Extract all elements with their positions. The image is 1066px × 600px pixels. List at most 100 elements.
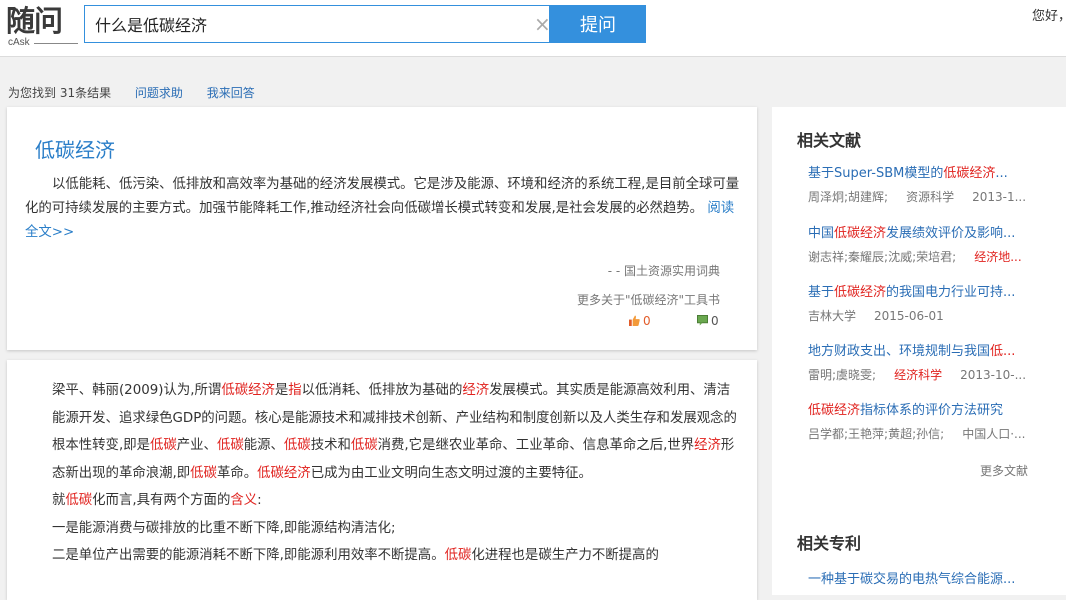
ask-button[interactable]: 提问 — [550, 5, 646, 43]
doc-title[interactable]: 中国低碳经济发展绩效评价及影响... — [808, 225, 1040, 243]
search-box: × — [84, 5, 551, 43]
doc-meta: 吕学都;王艳萍;黄超;孙信; 中国人口·... — [808, 426, 1058, 442]
header: 随问 cAsk × 提问 您好， — [0, 0, 1066, 57]
title-run: 发展绩效评价及影响... — [886, 226, 1016, 241]
text-run: 化进程也是碳生产力不断提高的 — [471, 548, 659, 563]
logo-text: 随问 — [6, 4, 63, 38]
meta-run: 2015-06-01 — [874, 309, 944, 323]
logo-subtext: cAsk — [8, 37, 30, 48]
highlight-text: 低碳 — [283, 438, 311, 453]
upvote-button[interactable]: 0 — [629, 314, 651, 328]
doc-meta: 周泽炯;胡建辉; 资源科学 2013-1... — [808, 189, 1058, 205]
text-run: 就 — [52, 493, 66, 508]
clear-icon[interactable]: × — [534, 14, 551, 34]
answer-link[interactable]: 我来回答 — [207, 86, 255, 100]
highlight-text: 含义 — [230, 493, 258, 508]
highlight-text: 经济地... — [974, 250, 1022, 264]
meta-run: 资源科学 — [906, 190, 955, 204]
source-text: - - 国土资源实用词典 — [607, 264, 720, 278]
definition-body: 以低能耗、低污染、低排放和高效率为基础的经济发展模式。它是涉及能源、环境和经济的… — [25, 177, 740, 216]
card-title[interactable]: 低碳经济 — [35, 134, 115, 163]
highlight-text: 低碳 — [444, 548, 472, 563]
highlight-text: 低碳 — [65, 493, 93, 508]
text-run: 已成为由工业文明向生态文明过渡的主要特征。 — [310, 465, 592, 481]
doc-item[interactable]: 地方财政支出、环境规制与我国低... 雷明;虞晓雯; 经济科学 2013-10-... — [808, 343, 1058, 383]
highlight-text: 经济 — [462, 383, 490, 398]
meta-run: 吕学都;王艳萍;黄超;孙信; — [808, 427, 945, 441]
comment-icon — [697, 315, 708, 326]
meta-run: 中国人口·... — [962, 427, 1026, 441]
highlight-text: 低碳经济 — [257, 465, 311, 481]
meta-run: 雷明;虞晓雯; — [808, 368, 877, 382]
doc-meta: 雷明;虞晓雯; 经济科学 2013-10-... — [808, 367, 1058, 383]
meta-run: 周泽炯;胡建辉; — [808, 190, 889, 204]
highlight-text: 低碳经济 — [808, 403, 861, 418]
highlight-text: 低碳 — [216, 438, 244, 453]
title-run: 基于 — [808, 285, 835, 300]
text-run: 是 — [274, 383, 289, 398]
doc-item[interactable]: 低碳经济指标体系的评价方法研究吕学都;王艳萍;黄超;孙信; 中国人口·... — [808, 402, 1058, 442]
results-bar: 为您找到 31条结果 问题求助 我来回答 — [8, 84, 255, 101]
text-run: 消费,它是继农业革命、工业革命、信息革命之后,世界 — [377, 438, 695, 453]
search-input[interactable] — [95, 12, 515, 36]
doc-meta: 吉林大学 2015-06-01 — [808, 308, 1058, 324]
highlight-text: 经济科学 — [894, 368, 943, 382]
text-run: 一是能源消费与碳排放的比重不断下降,即能源结构清洁化; — [52, 520, 396, 536]
highlight-text: 低碳经济 — [221, 383, 275, 398]
highlight-text: 低碳经济 — [834, 285, 887, 300]
title-run: 指标体系的评价方法研究 — [860, 403, 1004, 418]
meta-run: 吉林大学 — [808, 309, 857, 323]
logo-underline — [34, 43, 78, 44]
highlight-text: 指 — [288, 383, 302, 398]
meta-run: 2013-1... — [972, 190, 1027, 204]
greeting-text: 您好， — [1032, 9, 1066, 24]
text-run: 二是单位产出需要的能源消耗不断下降,即能源利用效率不断提高。 — [52, 548, 445, 563]
title-run: 中国 — [808, 226, 835, 241]
doc-title[interactable]: 低碳经济指标体系的评价方法研究 — [808, 402, 1040, 420]
text-run: : — [257, 493, 262, 508]
comment-count: 0 — [711, 314, 719, 328]
doc-meta: 谢志祥;秦耀辰;沈威;荣培君; 经济地... — [808, 249, 1058, 265]
text-run: 产业、 — [176, 438, 217, 453]
result-count: 为您找到 31条结果 — [8, 86, 112, 100]
doc-title[interactable]: 基于Super-SBM模型的低碳经济... — [808, 165, 1040, 183]
highlight-text: 低碳 — [190, 465, 217, 481]
logo[interactable]: 随问 cAsk — [6, 4, 78, 50]
related-patents-title: 相关专利 — [797, 534, 862, 553]
upvote-count: 0 — [643, 314, 651, 328]
meta-run: 谢志祥;秦耀辰;沈威;荣培君; — [808, 250, 957, 264]
highlight-text: 低碳经济 — [834, 226, 887, 241]
patent-title[interactable]: 一种基于碳交易的电热气综合能源... — [808, 571, 1040, 589]
highlight-text: 低碳 — [150, 438, 177, 453]
title-run: 的我国电力行业可持... — [886, 285, 1016, 300]
highlight-text: 低碳 — [350, 438, 378, 453]
more-docs-link[interactable]: 更多文献 — [980, 462, 1028, 479]
comment-button[interactable]: 0 — [697, 314, 719, 328]
help-link[interactable]: 问题求助 — [135, 86, 183, 100]
answer-text: 梁平、韩丽(2009)认为,所谓低碳经济是指以低消耗、低排放为基础的经济发展模式… — [25, 377, 743, 570]
text-run: 技术和 — [310, 438, 351, 453]
answer-paragraph: 梁平、韩丽(2009)认为,所谓低碳经济是指以低消耗、低排放为基础的经济发展模式… — [25, 377, 743, 487]
text-run: 能源、 — [243, 438, 284, 453]
doc-title[interactable]: 地方财政支出、环境规制与我国低... — [808, 343, 1040, 361]
answer-paragraph: 就低碳化而言,具有两个方面的含义: — [25, 487, 743, 515]
sidebar: 相关文献 基于Super-SBM模型的低碳经济... 周泽炯;胡建辉; 资源科学 20… — [772, 107, 1066, 595]
more-reference-link[interactable]: 更多关于"低碳经济"工具书 — [577, 291, 720, 308]
text-run: 化而言,具有两个方面的 — [92, 493, 231, 508]
text-run: 以低消耗、低排放为基础的 — [301, 383, 463, 398]
doc-title[interactable]: 基于低碳经济的我国电力行业可持... — [808, 284, 1040, 302]
highlight-text: 经济 — [694, 438, 721, 453]
text-run: 梁平、韩丽(2009)认为,所谓 — [52, 383, 222, 398]
highlight-text: 低... — [990, 344, 1016, 359]
related-docs-title: 相关文献 — [797, 131, 862, 150]
doc-item[interactable]: 基于低碳经济的我国电力行业可持... 吉林大学 2015-06-01 — [808, 284, 1058, 324]
text-run: 革命。 — [216, 465, 258, 481]
patent-item[interactable]: 一种基于碳交易的电热气综合能源... — [808, 571, 1058, 589]
definition-text: 以低能耗、低污染、低排放和高效率为基础的经济发展模式。它是涉及能源、环境和经济的… — [25, 173, 741, 245]
answer-paragraph: 二是单位产出需要的能源消耗不断下降,即能源利用效率不断提高。低碳化进程也是碳生产… — [25, 542, 743, 570]
title-run: 一种基于碳交易的电热气综合能源... — [808, 572, 1016, 587]
doc-item[interactable]: 中国低碳经济发展绩效评价及影响... 谢志祥;秦耀辰;沈威;荣培君; 经济地... — [808, 225, 1058, 265]
doc-item[interactable]: 基于Super-SBM模型的低碳经济... 周泽炯;胡建辉; 资源科学 2013-1.… — [808, 165, 1058, 205]
thumbs-up-icon — [629, 315, 640, 326]
title-run: ... — [995, 166, 1008, 181]
